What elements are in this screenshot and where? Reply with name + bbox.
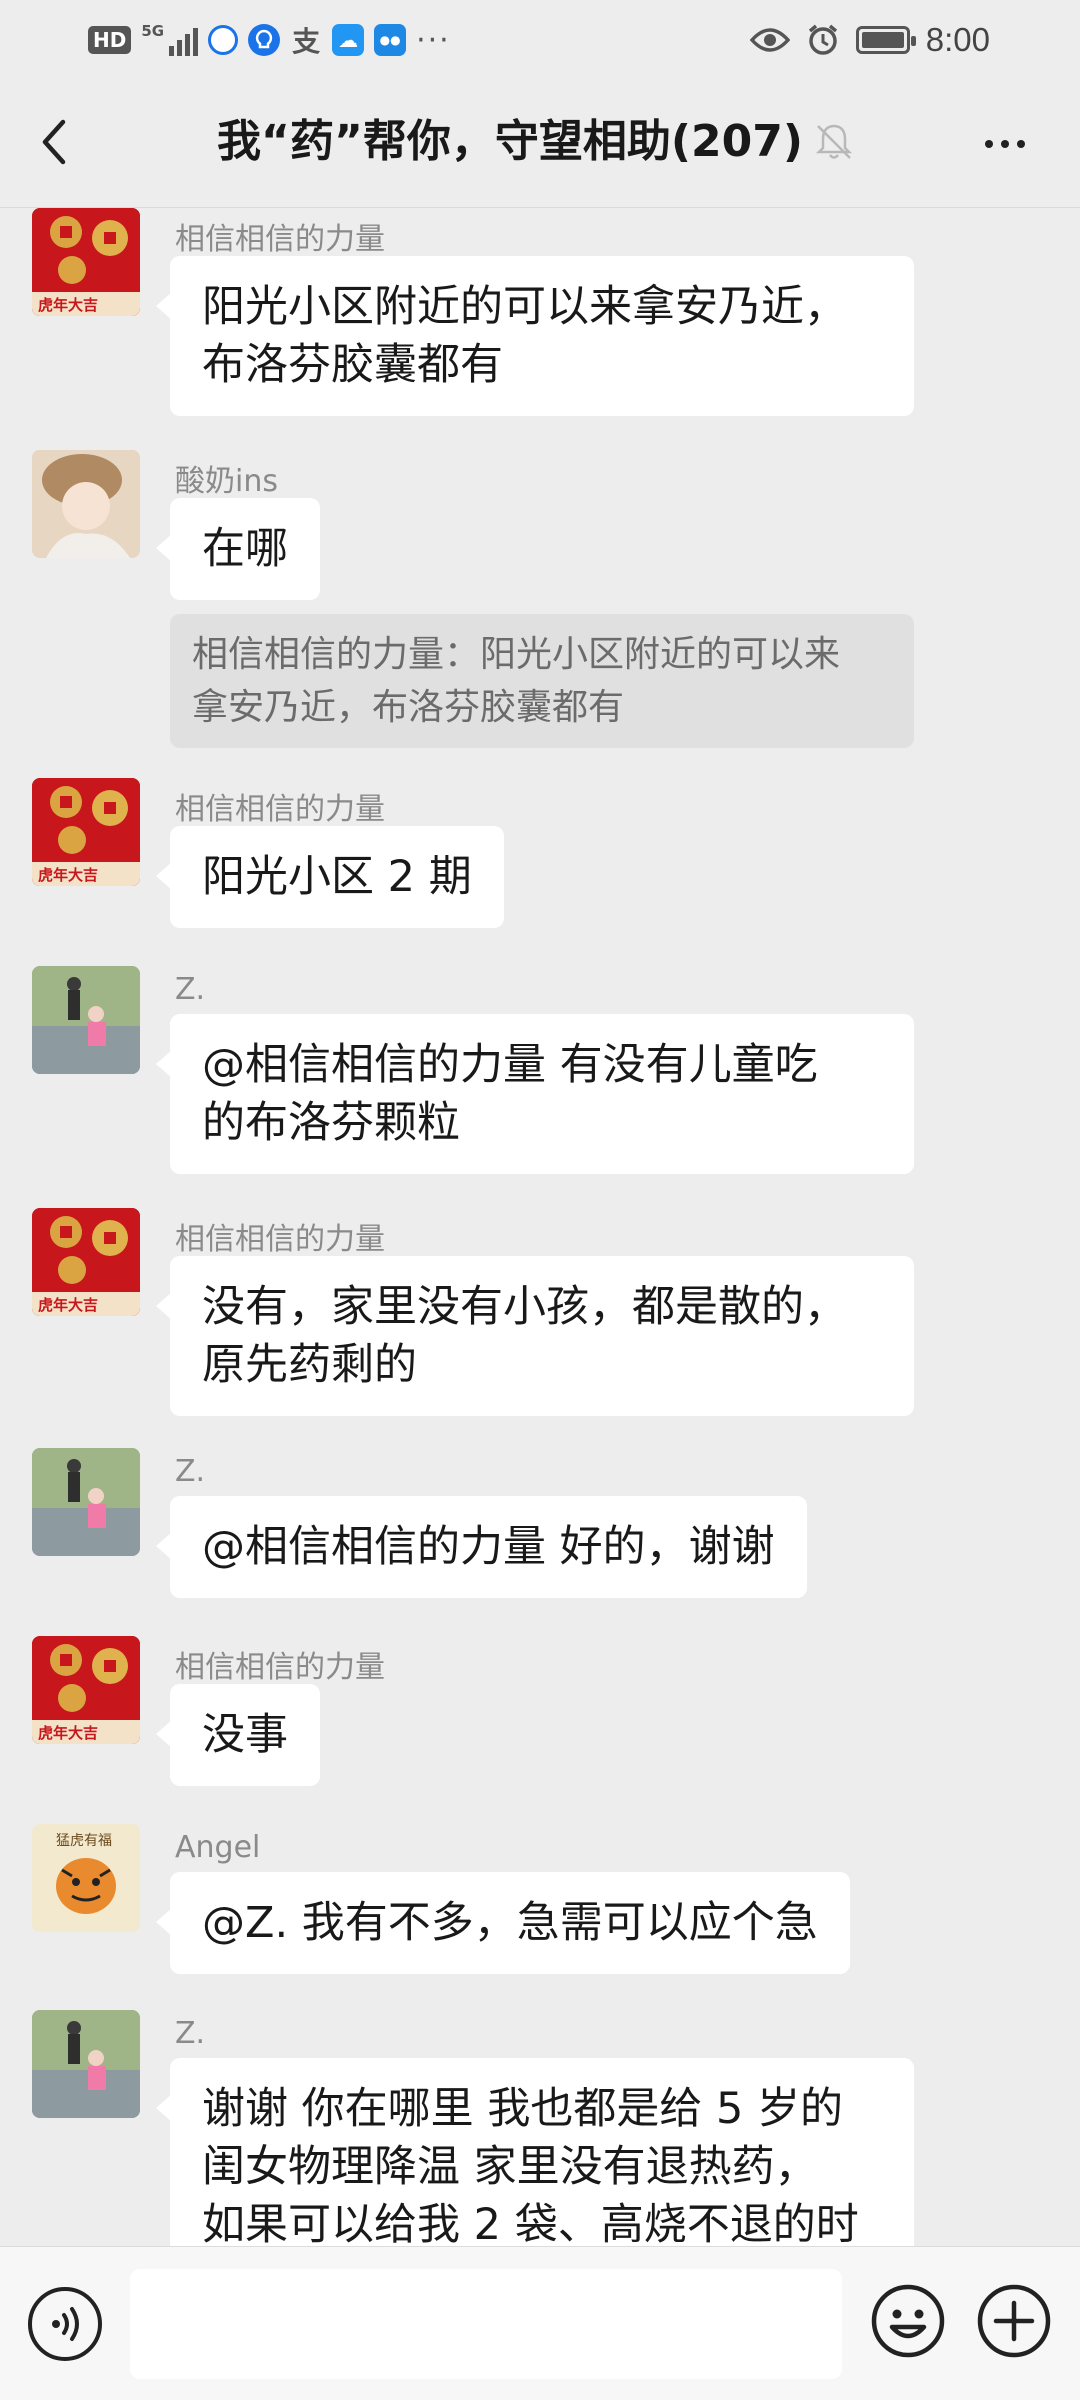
message-line: 没事 <box>202 1710 288 1760</box>
kids-photo-avatar-icon <box>32 1448 140 1556</box>
input-bar <box>0 2246 1080 2400</box>
avatar-caption: 虎年大吉 <box>38 296 99 314</box>
message-bubble[interactable]: 没有，家里没有小孩，都是散的， 原先药剩的 <box>156 1256 914 1416</box>
sender-name: 相信相信的力量 <box>175 1222 385 1257</box>
message-line: 布洛芬胶囊都有 <box>202 340 503 390</box>
dot <box>1001 140 1009 148</box>
status-bar-right: 8:00 <box>749 18 990 62</box>
status-bar-left: HD 5G 支 ☁ ●● ··· <box>88 20 451 60</box>
status-bar: HD 5G 支 ☁ ●● ··· 8:00 <box>0 0 1080 80</box>
chat-app-icon <box>208 25 239 55</box>
hd-icon: HD <box>88 26 132 54</box>
message-line: 阳光小区附近的可以来拿安乃近， <box>202 282 847 332</box>
sender-name: Z. <box>175 2016 206 2051</box>
message-line: 没有，家里没有小孩，都是散的， <box>202 1282 847 1332</box>
avatar[interactable] <box>32 966 140 1074</box>
message-line: 闺女物理降温 家里没有退热药， <box>202 2142 818 2192</box>
message-bubble[interactable]: @相信相信的力量 好的，谢谢 <box>156 1496 807 1598</box>
sender-name: Z. <box>175 972 206 1007</box>
message-line: @相信相信的力量 有没有儿童吃 <box>202 1040 818 1090</box>
message-bubble[interactable]: 谢谢 你在哪里 我也都是给 5 岁的 闺女物理降温 家里没有退热药， 如果可以给… <box>156 2058 914 2246</box>
battery-icon <box>855 26 916 54</box>
app-icon: ●● <box>374 24 407 56</box>
alipay-icon: 支 <box>292 25 321 58</box>
emoji-button[interactable] <box>870 2283 946 2359</box>
chat-title: 我“药”帮你，守望相助(207) <box>217 116 803 167</box>
sender-name: 相信相信的力量 <box>175 222 385 257</box>
quote-line: 相信相信的力量：阳光小区附近的可以来 <box>192 634 841 675</box>
more-functions-button[interactable] <box>976 2283 1052 2359</box>
message-input[interactable] <box>130 2269 842 2379</box>
message-list[interactable]: 虎年大吉 相信相信的力量 阳光小区附近的可以来拿安乃近， 布洛芬胶囊都有 酸奶i… <box>0 208 1080 2246</box>
message-line: 的布洛芬颗粒 <box>202 1098 460 1148</box>
muted-bell-icon <box>815 124 853 159</box>
message-line: @相信相信的力量 好的，谢谢 <box>202 1522 775 1572</box>
sender-name: Z. <box>175 1454 206 1489</box>
bulb-app-icon <box>248 24 281 56</box>
sender-name: 相信相信的力量 <box>175 1650 385 1685</box>
message-bubble[interactable]: 没事 <box>156 1684 320 1786</box>
weather-app-icon: ☁ <box>332 24 365 56</box>
network-label: 5G <box>141 22 165 40</box>
sender-name: 酸奶ins <box>175 464 278 499</box>
avatar-caption: 虎年大吉 <box>38 1724 99 1742</box>
message-line: 如果可以给我 2 袋、高烧不退的时 <box>202 2200 859 2246</box>
voice-icon <box>52 2307 79 2341</box>
chat-header: 我“药”帮你，守望相助(207) <box>0 80 1080 208</box>
message-line: @Z. 我有不多，急需可以应个急 <box>202 1898 818 1948</box>
plus-icon <box>977 2284 1051 2358</box>
emoji-icon <box>871 2284 945 2358</box>
dot <box>985 140 993 148</box>
message-line: 阳光小区 2 期 <box>202 852 472 902</box>
avatar[interactable] <box>32 2010 140 2118</box>
avatar[interactable] <box>32 450 140 558</box>
message-bubble[interactable]: 阳光小区附近的可以来拿安乃近， 布洛芬胶囊都有 <box>156 256 914 416</box>
message-bubble[interactable]: @相信相信的力量 有没有儿童吃 的布洛芬颗粒 <box>156 1014 914 1174</box>
status-time: 8:00 <box>925 21 990 58</box>
message-line: 在哪 <box>202 524 288 574</box>
kids-photo-avatar-icon <box>32 2010 140 2118</box>
signal-icon: 5G <box>141 22 199 56</box>
more-dots-icon: ··· <box>416 22 451 58</box>
avatar[interactable]: 虎年大吉 <box>32 1636 140 1744</box>
back-arrow-icon <box>42 119 66 165</box>
alarm-icon <box>808 24 837 55</box>
avatar[interactable]: 猛虎有福 <box>32 1824 140 1932</box>
voice-button[interactable] <box>28 2287 102 2361</box>
avatar[interactable]: 虎年大吉 <box>32 1208 140 1316</box>
avatar-caption: 虎年大吉 <box>38 1296 99 1314</box>
avatar[interactable]: 虎年大吉 <box>32 208 140 316</box>
avatar-caption: 猛虎有福 <box>56 1833 112 1849</box>
more-options-button[interactable] <box>970 114 1040 174</box>
message-bubble[interactable]: 阳光小区 2 期 <box>156 826 504 928</box>
quoted-message[interactable]: 相信相信的力量：阳光小区附近的可以来 拿安乃近，布洛芬胶囊都有 <box>170 614 914 748</box>
message-line: 原先药剩的 <box>202 1340 417 1390</box>
kids-photo-avatar-icon <box>32 966 140 1074</box>
avatar-caption: 虎年大吉 <box>38 866 99 884</box>
back-button[interactable] <box>22 110 86 174</box>
message-line: 谢谢 你在哪里 我也都是给 5 岁的 <box>202 2084 844 2134</box>
quote-line: 拿安乃近，布洛芬胶囊都有 <box>192 687 625 728</box>
sender-name: 相信相信的力量 <box>175 792 385 827</box>
message-bubble[interactable]: @Z. 我有不多，急需可以应个急 <box>156 1872 850 1974</box>
sender-name: Angel <box>175 1830 261 1865</box>
avatar[interactable]: 虎年大吉 <box>32 778 140 886</box>
dot <box>1017 140 1025 148</box>
avatar[interactable] <box>32 1448 140 1556</box>
message-bubble[interactable]: 在哪 <box>156 498 320 600</box>
girl-photo-avatar-icon <box>32 450 140 558</box>
eye-icon <box>749 28 790 52</box>
